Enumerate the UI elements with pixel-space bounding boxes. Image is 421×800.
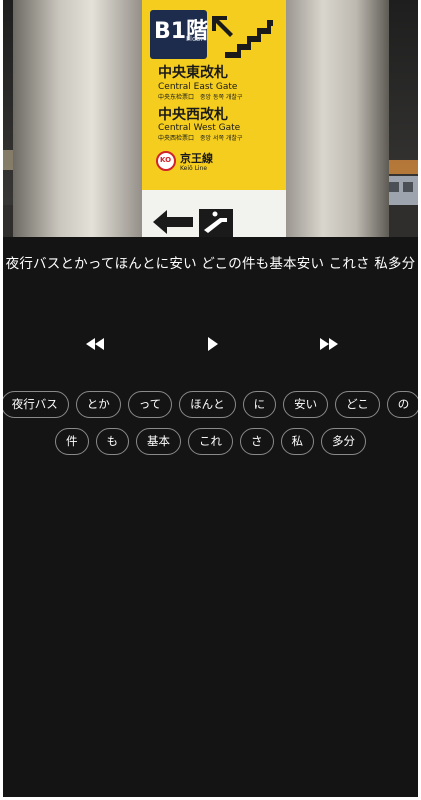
word-chip[interactable]: ほんと: [179, 391, 236, 418]
play-icon: [208, 337, 218, 351]
play-button[interactable]: [200, 333, 226, 355]
keio-logo: KO: [160, 156, 172, 164]
scene-photo: B1階 Floor 中央東改札 Central East Gate 中央东检票口…: [3, 0, 418, 237]
word-chip[interactable]: 基本: [136, 428, 181, 455]
word-chip[interactable]: どこ: [335, 391, 380, 418]
word-chip[interactable]: に: [242, 391, 277, 418]
sign-line-en: Keiō Line: [180, 165, 208, 172]
video-player-screen: B1階 Floor 中央東改札 Central East Gate 中央东检票口…: [3, 0, 418, 797]
sign-gate-east-en: Central East Gate: [158, 82, 238, 92]
fast-forward-icon: [320, 338, 338, 350]
word-chip[interactable]: さ: [240, 428, 274, 455]
floor-indicator: B1階 Floor: [150, 10, 208, 59]
sign-gate-west-en: Central West Gate: [158, 123, 241, 133]
word-chip-list: 夜行バス とか って ほんと に 安い どこ の 件 も 基本 これ さ 私 多…: [3, 391, 418, 465]
rewind-button[interactable]: [83, 333, 109, 355]
word-chip[interactable]: とか: [75, 391, 121, 418]
subtitle-caption: 夜行バスとかってほんとに安い どこの件も基本安い これさ 私多分: [5, 256, 416, 272]
word-chip[interactable]: も: [95, 428, 129, 455]
word-chip[interactable]: 多分: [321, 428, 366, 455]
word-chip[interactable]: って: [127, 391, 173, 418]
rewind-icon: [86, 338, 104, 350]
sign-gate-east-sub: 中央东检票口 중앙 동쪽 개찰구: [158, 94, 243, 101]
word-chip-row-1: 夜行バス とか って ほんと に 安い どこ の: [3, 391, 418, 418]
sign-gate-west-sub: 中央西检票口 중앙 서쪽 개찰구: [158, 135, 243, 142]
word-chip[interactable]: 安い: [283, 391, 329, 418]
word-chip[interactable]: これ: [188, 428, 233, 455]
floor-sublabel: Floor: [186, 35, 204, 43]
sign-gate-east-jp: 中央東改札: [158, 65, 228, 81]
word-chip-row-2: 件 も 基本 これ さ 私 多分: [3, 428, 418, 455]
word-chip[interactable]: 件: [55, 428, 89, 455]
word-chip[interactable]: 私: [280, 428, 314, 455]
word-chip[interactable]: の: [386, 391, 418, 418]
fast-forward-button[interactable]: [315, 333, 341, 355]
sign-line-jp: 京王線: [180, 152, 213, 165]
word-chip[interactable]: 夜行バス: [3, 391, 69, 418]
sign-gate-west-jp: 中央西改札: [158, 107, 228, 123]
